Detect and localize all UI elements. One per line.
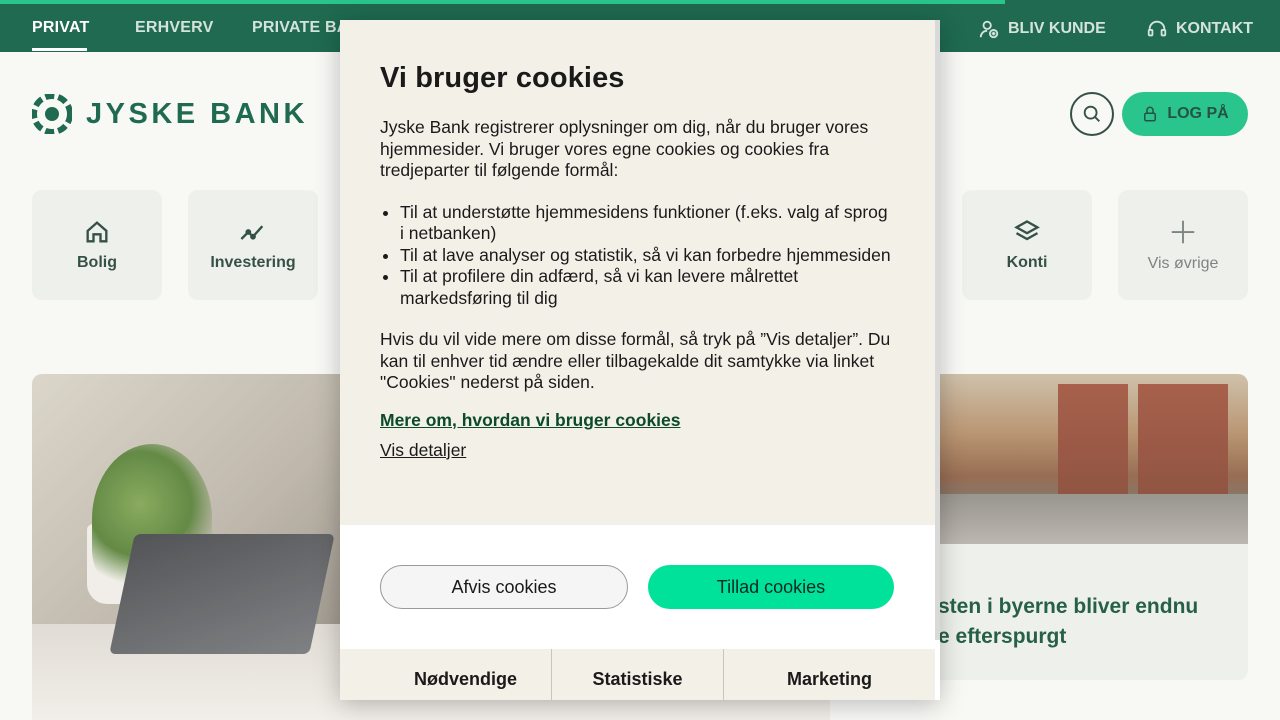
purpose-item: Til at profilere din adfærd, så vi kan l… [400,266,895,309]
purpose-item: Til at lave analyser og statistik, så vi… [400,245,895,267]
dialog-content: Vi bruger cookies Jyske Bank registrerer… [340,20,935,525]
dialog-scrollbar[interactable] [935,20,940,640]
dialog-outro: Hvis du vil vide mere om disse formål, s… [380,329,891,392]
decline-cookies-button[interactable]: Afvis cookies [380,565,628,609]
dialog-intro: Jyske Bank registrerer oplysninger om di… [380,117,869,180]
cookie-consent-dialog: Vi bruger cookies Jyske Bank registrerer… [340,20,940,700]
show-details-link[interactable]: Vis detaljer [380,440,895,461]
accept-cookies-button[interactable]: Tillad cookies [648,565,894,609]
more-about-cookies-link[interactable]: Mere om, hvordan vi bruger cookies [380,410,895,431]
tab-statistics[interactable]: Statistiske [551,649,723,700]
cookie-category-tabs: Nødvendige Statistiske Marketing [340,649,935,700]
tab-marketing[interactable]: Marketing [723,649,935,700]
purpose-item: Til at understøtte hjemmesidens funktion… [400,202,895,245]
purpose-list: Til at understøtte hjemmesidens funktion… [400,202,895,310]
tab-necessary[interactable]: Nødvendige [340,649,551,700]
dialog-title: Vi bruger cookies [380,62,625,94]
